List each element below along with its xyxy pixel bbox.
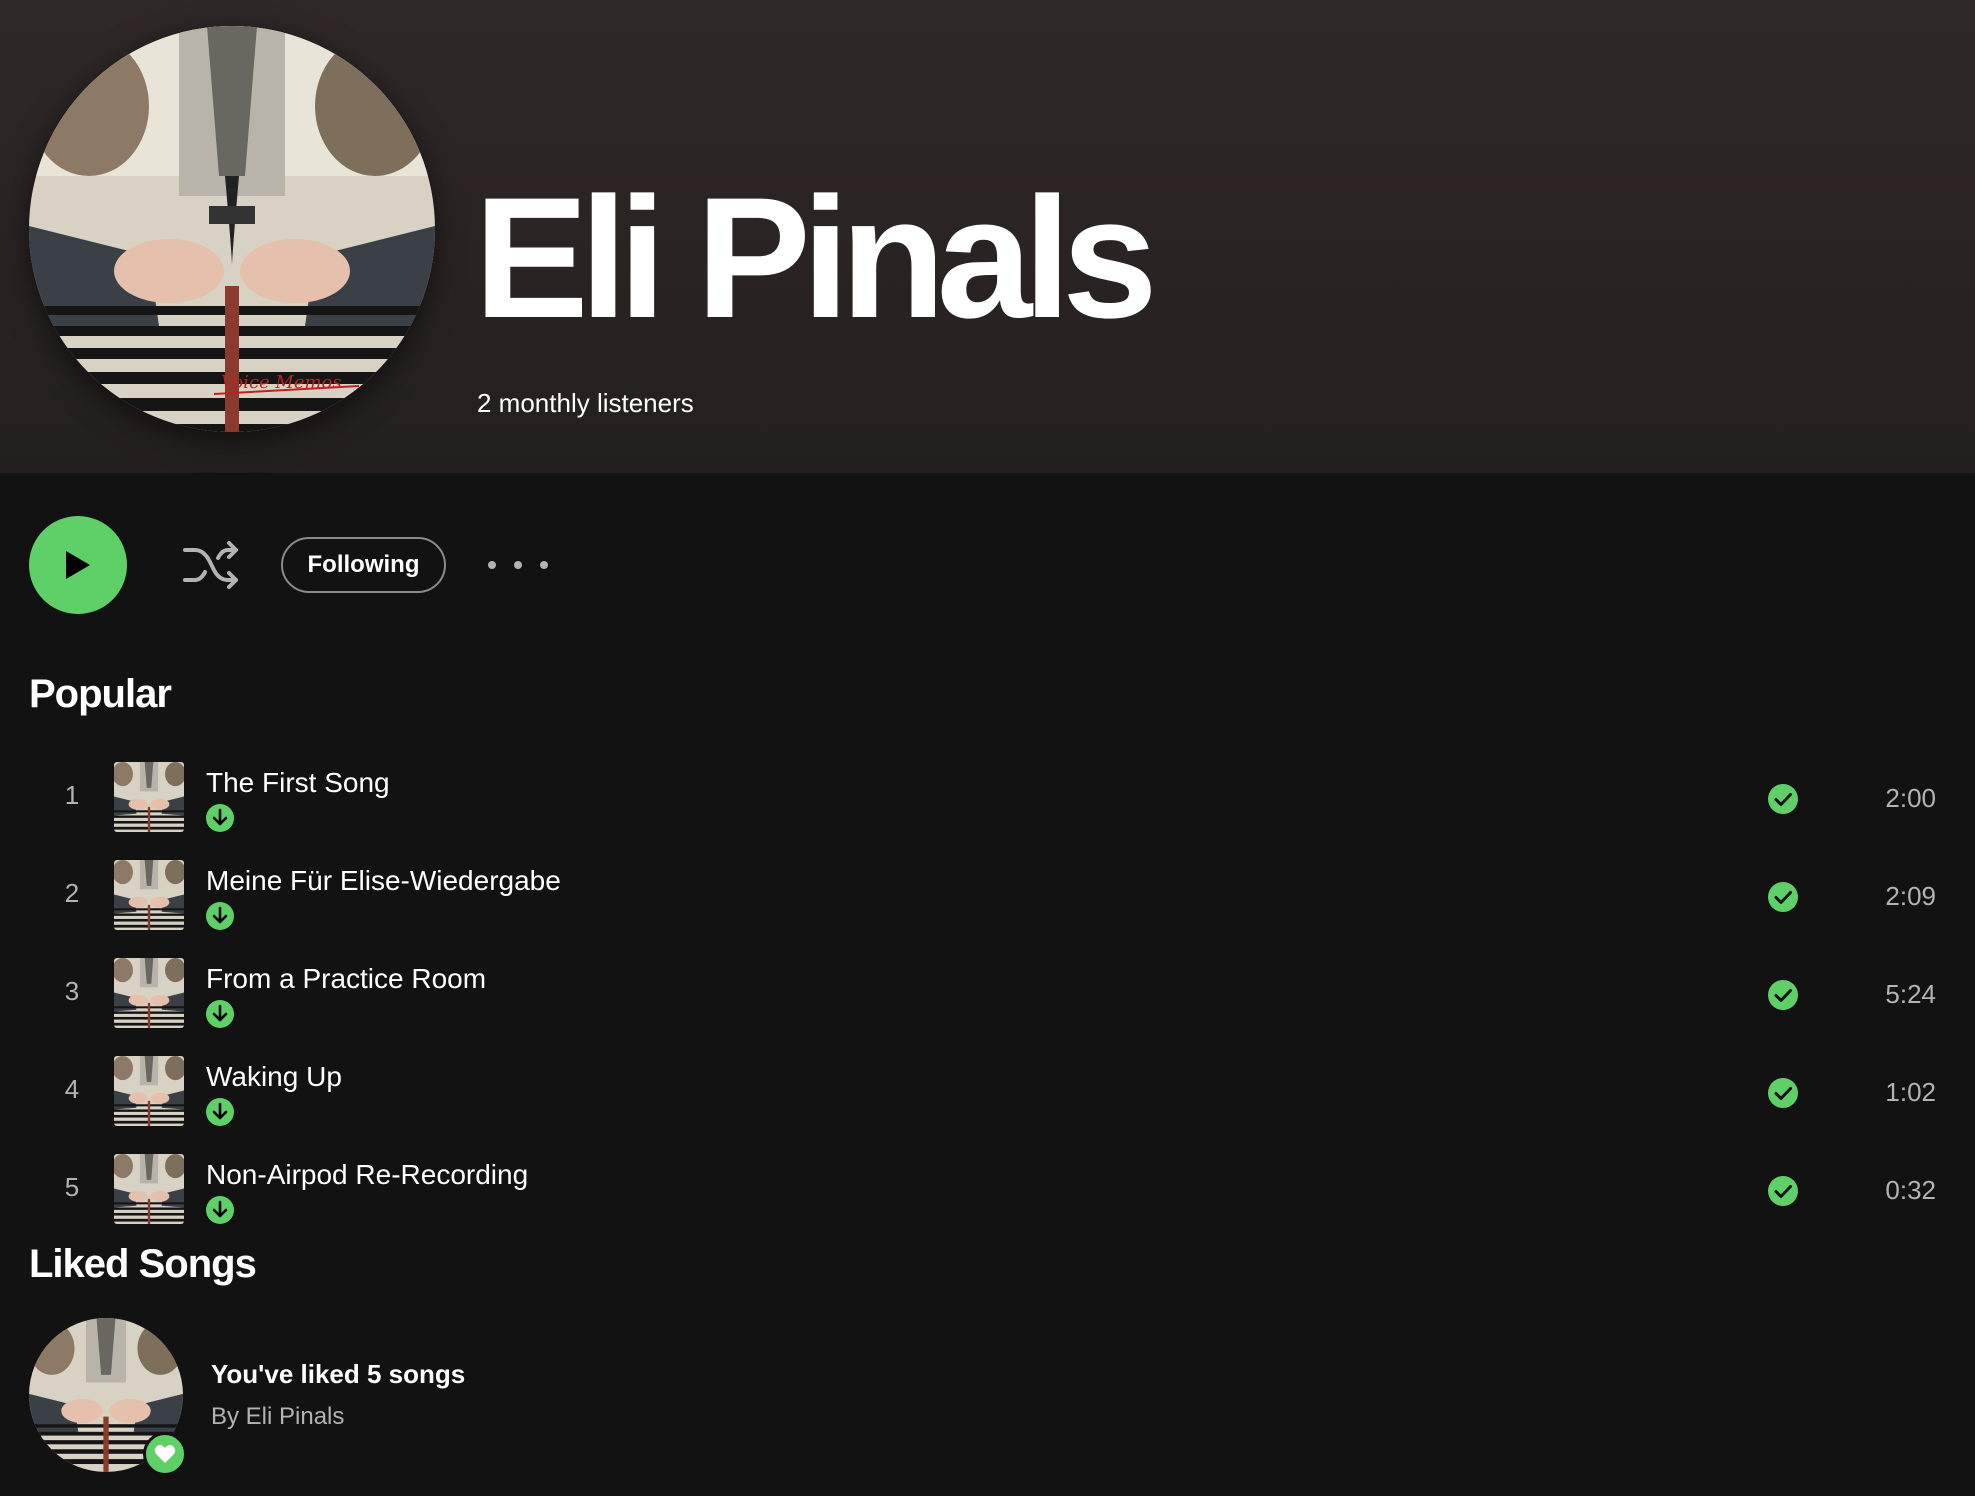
track-title[interactable]: Meine Für Elise-Wiedergabe <box>206 865 561 897</box>
track-duration: 0:32 <box>1885 1175 1936 1205</box>
track-cover-art <box>114 958 184 1028</box>
downloaded-icon <box>206 1098 234 1126</box>
track-title[interactable]: From a Practice Room <box>206 963 486 995</box>
track-title[interactable]: Non-Airpod Re-Recording <box>206 1159 528 1191</box>
artist-name: Eli Pinals <box>474 162 1158 354</box>
track-title[interactable]: Waking Up <box>206 1061 342 1093</box>
track-row[interactable]: 1 The First Song 2:00 <box>29 750 1949 848</box>
popular-track-list: 1 The First Song 2:00 2 Meine Für Elise-… <box>29 750 1949 1240</box>
downloaded-icon <box>206 1196 234 1224</box>
track-number: 3 <box>64 976 80 1006</box>
track-title[interactable]: The First Song <box>206 767 390 799</box>
track-duration: 2:00 <box>1885 783 1936 813</box>
monthly-listeners: 2 monthly listeners <box>477 388 694 418</box>
track-cover-art <box>114 1056 184 1126</box>
track-row[interactable]: 4 Waking Up 1:02 <box>29 1044 1949 1142</box>
track-duration: 2:09 <box>1885 881 1936 911</box>
more-options-button[interactable] <box>488 545 548 585</box>
shuffle-button[interactable] <box>180 535 242 595</box>
play-icon <box>66 551 90 579</box>
added-check-icon[interactable] <box>1767 1175 1799 1207</box>
track-row[interactable]: 5 Non-Airpod Re-Recording 0:32 <box>29 1142 1949 1240</box>
track-cover-art <box>114 860 184 930</box>
liked-songs-heading: Liked Songs <box>29 1242 257 1286</box>
track-number: 2 <box>64 878 80 908</box>
following-button[interactable]: Following <box>281 537 446 593</box>
track-duration: 5:24 <box>1885 979 1936 1009</box>
popular-heading: Popular <box>29 672 172 716</box>
downloaded-icon <box>206 1000 234 1028</box>
liked-songs-by: By Eli Pinals <box>211 1403 345 1430</box>
artist-avatar: Voice Memos <box>29 26 435 432</box>
track-row[interactable]: 3 From a Practice Room 5:24 <box>29 946 1949 1044</box>
more-options-icon <box>488 561 496 569</box>
added-check-icon[interactable] <box>1767 1077 1799 1109</box>
track-cover-art <box>114 1154 184 1224</box>
shuffle-icon <box>183 541 238 589</box>
play-button[interactable] <box>29 516 127 614</box>
added-check-icon[interactable] <box>1767 783 1799 815</box>
added-check-icon[interactable] <box>1767 881 1799 913</box>
artist-header: Voice Memos Eli Pinals 2 monthly listene… <box>0 0 1975 473</box>
track-duration: 1:02 <box>1885 1077 1936 1107</box>
artist-page: Voice Memos Eli Pinals 2 monthly listene… <box>0 0 1975 1496</box>
track-cover-art <box>114 762 184 832</box>
downloaded-icon <box>206 902 234 930</box>
added-check-icon[interactable] <box>1767 979 1799 1011</box>
downloaded-icon <box>206 804 234 832</box>
track-row[interactable]: 2 Meine Für Elise-Wiedergabe 2:09 <box>29 848 1949 946</box>
track-number: 4 <box>64 1074 80 1104</box>
heart-badge-icon <box>143 1432 187 1476</box>
track-number: 5 <box>64 1172 80 1202</box>
track-number: 1 <box>64 780 80 810</box>
liked-songs-summary[interactable]: You've liked 5 songs <box>211 1359 465 1390</box>
